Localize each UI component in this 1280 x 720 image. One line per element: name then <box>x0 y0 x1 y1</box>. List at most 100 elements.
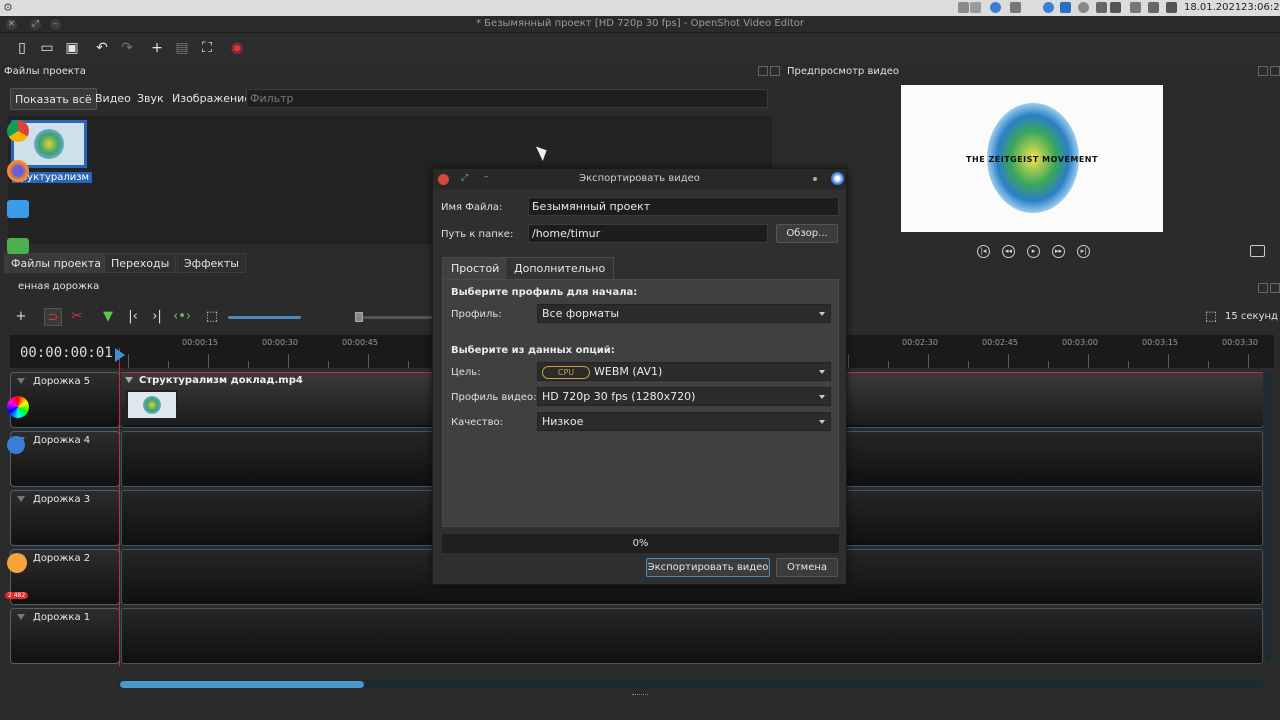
snapping-icon[interactable]: ⊃ <box>44 308 62 326</box>
system-date[interactable]: 18.01.2021 <box>1184 2 1241 13</box>
cancel-button[interactable]: Отмена <box>776 558 838 577</box>
filter-video[interactable]: Видео <box>91 88 135 110</box>
dock-float-icon[interactable] <box>758 66 768 76</box>
next-marker-icon[interactable]: ›| <box>148 308 166 326</box>
filter-image[interactable]: Изображение <box>168 88 255 110</box>
add-marker-icon[interactable]: ▼ <box>99 308 117 326</box>
export-video-button[interactable]: Экспортировать видео <box>646 558 770 577</box>
undo-icon[interactable]: ↶ <box>94 40 110 56</box>
chevron-down-icon <box>819 395 825 399</box>
filter-audio[interactable]: Звук <box>133 88 168 110</box>
razor-icon[interactable]: ✂ <box>68 308 86 326</box>
zoom-label: 15 секунд <box>1225 311 1278 322</box>
ruler-tick <box>1048 361 1049 368</box>
track-header[interactable]: Дорожка 4 <box>10 431 120 487</box>
timeline-dock-float-icon[interactable] <box>1258 283 1268 293</box>
network-icon[interactable] <box>1166 2 1177 13</box>
vertical-scrollbar[interactable] <box>1265 373 1272 663</box>
translate-icon[interactable] <box>7 436 25 454</box>
tray-app-icon[interactable] <box>1060 2 1071 13</box>
tray-globe-icon[interactable] <box>1043 2 1054 13</box>
rewind-icon[interactable]: ◂◂ <box>1002 245 1015 258</box>
chrome-icon[interactable] <box>7 120 29 142</box>
dock-close-icon[interactable] <box>770 66 780 76</box>
filter-show-all[interactable]: Показать всё <box>10 88 97 110</box>
orange-app-icon[interactable] <box>7 553 27 573</box>
quality-select[interactable]: Низкое <box>537 412 831 431</box>
new-project-icon[interactable]: ▯ <box>14 40 30 56</box>
notification-badge: 2 482 <box>5 592 29 599</box>
tab-effects[interactable]: Эффекты <box>177 253 246 273</box>
cpu-badge: CPU <box>542 365 590 379</box>
tray-keyboard-icon[interactable] <box>970 2 981 13</box>
previous-marker-icon[interactable]: |‹ <box>124 308 142 326</box>
add-track-icon[interactable]: + <box>12 308 30 326</box>
zoom-slider-handle[interactable] <box>355 312 363 322</box>
bluetooth-icon[interactable] <box>1148 2 1159 13</box>
choose-profile-icon[interactable]: ▤ <box>174 40 190 56</box>
tray-pinned-icon[interactable] <box>990 2 1001 13</box>
ruler-label: 00:03:30 <box>1222 338 1258 347</box>
terminal-icon[interactable] <box>7 238 29 254</box>
browse-button[interactable]: Обзор... <box>776 224 838 243</box>
profile-select[interactable]: Все форматы <box>537 304 831 323</box>
filename-field[interactable]: Безымянный проект <box>528 197 839 216</box>
track-header[interactable]: Дорожка 3 <box>10 490 120 546</box>
tray-tools-icon[interactable] <box>1010 2 1021 13</box>
open-project-icon[interactable]: ▭ <box>39 40 55 56</box>
track-lane[interactable] <box>121 608 1263 664</box>
tray-close-icon[interactable] <box>1110 2 1121 13</box>
track-header[interactable]: Дорожка 1 <box>10 608 120 664</box>
clip-menu-icon[interactable] <box>125 377 133 383</box>
zoom-fit-icon[interactable]: ⬚ <box>203 308 221 326</box>
dialog-pin-icon[interactable] <box>813 177 817 181</box>
center-playhead-icon[interactable]: ‹•› <box>173 308 191 326</box>
tab-project-files[interactable]: Файлы проекта <box>4 253 109 273</box>
tab-simple[interactable]: Простой <box>442 257 509 280</box>
firefox-icon[interactable] <box>7 160 29 182</box>
zoom-icon: ⬚ <box>1204 309 1218 324</box>
dialog-title: Экспортировать видео <box>579 173 700 184</box>
tab-advanced[interactable]: Дополнительно <box>505 257 615 280</box>
track-collapse-icon[interactable] <box>17 496 25 502</box>
playhead-line[interactable] <box>119 348 120 666</box>
tray-window-icon[interactable] <box>958 2 969 13</box>
folder-field[interactable]: /home/timur <box>528 224 768 243</box>
timeline-scrollbar[interactable] <box>118 680 1264 689</box>
jump-start-icon[interactable]: |◂ <box>977 245 990 258</box>
jump-end-icon[interactable]: ▸| <box>1077 245 1090 258</box>
clip-thumbnail <box>126 390 178 420</box>
chevron-down-icon <box>819 420 825 424</box>
video-profile-select[interactable]: HD 720p 30 fps (1280x720) <box>537 387 831 406</box>
files-icon[interactable] <box>7 200 29 218</box>
app-menu-icon[interactable]: ⚙ <box>3 1 13 14</box>
redo-icon[interactable]: ↷ <box>119 40 135 56</box>
target-select[interactable]: CPU WEBM (AV1) <box>537 362 831 381</box>
fullscreen-icon[interactable]: ⛶ <box>199 40 215 56</box>
import-files-icon[interactable]: + <box>149 40 165 56</box>
color-wheel-icon[interactable] <box>7 396 29 418</box>
snapshot-icon[interactable] <box>1250 245 1265 257</box>
tray-grid-icon[interactable] <box>1130 2 1141 13</box>
ruler-label: 00:00:15 <box>182 338 218 347</box>
fast-forward-icon[interactable]: ▸▸ <box>1052 245 1065 258</box>
ruler-tick <box>1208 361 1209 368</box>
volume-icon[interactable] <box>1096 2 1107 13</box>
export-dialog: ⤢ – Экспортировать видео Имя Файла: Безы… <box>432 168 847 585</box>
preview-dock-float-icon[interactable] <box>1258 66 1268 76</box>
track-collapse-icon[interactable] <box>17 378 25 384</box>
play-icon[interactable]: ▸ <box>1027 245 1040 258</box>
tab-transitions[interactable]: Переходы <box>104 253 177 273</box>
zoom-slider-track[interactable] <box>228 316 301 319</box>
splitter-handle[interactable] <box>632 694 648 696</box>
export-video-icon[interactable]: ◉ <box>229 40 245 56</box>
timeline-dock-close-icon[interactable] <box>1270 283 1280 293</box>
system-time[interactable]: 23:06:26 <box>1241 2 1280 13</box>
track-collapse-icon[interactable] <box>17 614 25 620</box>
scrollbar-thumb[interactable] <box>120 681 364 688</box>
save-project-icon[interactable]: ▣ <box>64 40 80 56</box>
preview-dock-close-icon[interactable] <box>1270 66 1280 76</box>
filter-input[interactable]: Фильтр <box>246 89 768 108</box>
section-options-title: Выберите из данных опций: <box>451 345 615 356</box>
tray-sync-icon[interactable] <box>1078 2 1089 13</box>
